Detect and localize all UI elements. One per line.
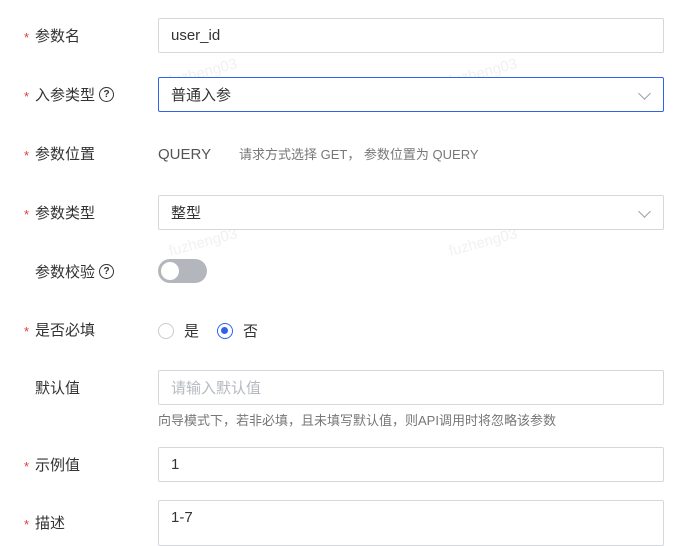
radio-no-circle[interactable] xyxy=(217,322,234,339)
radio-yes[interactable]: 是 xyxy=(158,320,199,341)
param-validation-label-text: 参数校验 xyxy=(35,264,96,281)
param-validation-toggle[interactable] xyxy=(158,259,207,283)
required-mark: * xyxy=(24,147,30,163)
param-name-label: * 参数名 xyxy=(24,25,80,46)
param-in-type-select[interactable]: 普通入参 xyxy=(158,77,664,112)
param-validation-label: 参数校验 ? xyxy=(24,261,115,282)
required-mark: * xyxy=(24,88,30,104)
radio-no-label: 否 xyxy=(243,323,259,340)
help-icon[interactable]: ? xyxy=(99,87,115,102)
description-textarea[interactable]: 1-7 xyxy=(158,500,664,546)
param-name-label-text: 参数名 xyxy=(35,28,81,45)
param-position-text: QUERY xyxy=(158,146,211,163)
param-name-input[interactable]: user_id xyxy=(158,18,664,53)
help-icon[interactable]: ? xyxy=(99,264,115,279)
param-position-label: * 参数位置 xyxy=(24,143,95,164)
toggle-knob xyxy=(161,262,179,280)
param-position-value: QUERY 请求方式选择 GET， 参数位置为 QUERY xyxy=(158,144,479,163)
default-value-placeholder: 请输入默认值 xyxy=(171,380,262,397)
radio-yes-label: 是 xyxy=(184,323,200,340)
chevron-down-icon xyxy=(638,87,651,100)
example-value-value: 1 xyxy=(171,456,180,473)
param-name-value: user_id xyxy=(171,27,221,44)
description-label: * 描述 xyxy=(24,512,65,533)
param-position-hint: 请求方式选择 GET， 参数位置为 QUERY xyxy=(238,147,479,162)
default-value-input[interactable]: 请输入默认值 xyxy=(158,370,664,405)
param-type-select[interactable]: 整型 xyxy=(158,195,664,230)
watermark: fuzheng03 xyxy=(166,225,240,260)
description-label-text: 描述 xyxy=(35,515,66,532)
chevron-down-icon xyxy=(638,205,651,218)
radio-no[interactable]: 否 xyxy=(217,320,258,341)
example-value-label: * 示例值 xyxy=(24,454,80,475)
param-in-type-label-text: 入参类型 xyxy=(35,87,96,104)
watermark: fuzheng03 xyxy=(446,225,520,260)
description-value: 1-7 xyxy=(171,509,193,526)
param-in-type-label: * 入参类型 ? xyxy=(24,84,115,105)
required-mark: * xyxy=(24,206,30,222)
param-type-label-text: 参数类型 xyxy=(35,205,96,222)
example-value-label-text: 示例值 xyxy=(35,457,81,474)
example-value-input[interactable]: 1 xyxy=(158,447,664,482)
radio-yes-circle[interactable] xyxy=(158,322,174,339)
is-required-label: * 是否必填 xyxy=(24,319,95,340)
required-mark: * xyxy=(24,458,30,474)
is-required-label-text: 是否必填 xyxy=(35,322,96,339)
param-type-value: 整型 xyxy=(171,205,202,222)
default-value-label: 默认值 xyxy=(24,377,80,398)
param-position-label-text: 参数位置 xyxy=(35,146,96,163)
param-in-type-value: 普通入参 xyxy=(171,87,232,104)
required-mark: * xyxy=(24,516,30,532)
default-value-hint: 向导模式下，若非必填，且未填写默认值，则API调用时将忽略该参数 xyxy=(158,413,556,428)
is-required-radio-group: 是 否 xyxy=(158,320,276,341)
param-type-label: * 参数类型 xyxy=(24,202,95,223)
required-mark: * xyxy=(24,29,30,45)
default-value-label-text: 默认值 xyxy=(35,380,81,397)
required-mark: * xyxy=(24,323,30,339)
